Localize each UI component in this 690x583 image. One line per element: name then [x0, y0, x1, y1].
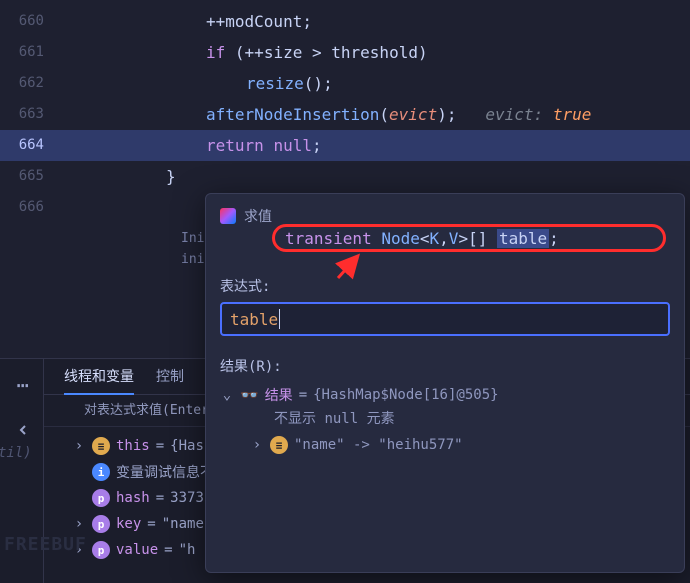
expression-input[interactable]: table [220, 302, 670, 336]
evaluate-dialog[interactable]: 求值 transient Node<K, V>[] table; 表达式: ta… [205, 193, 685, 573]
tab-threads-variables[interactable]: 线程和变量 [64, 359, 134, 395]
code-line[interactable]: afterNodeInsertion(evict); evict: true [56, 99, 690, 130]
frame-label: til) [0, 440, 32, 466]
line-number: 665 [0, 161, 56, 192]
result-tree[interactable]: ⌄ 👓 结果 = {HashMap$Node[16]@505} 不显示 null… [220, 382, 670, 458]
result-label: 结果(R): [220, 356, 670, 376]
more-icon[interactable]: ⋯ [16, 373, 26, 397]
dialog-header: 求值 [220, 206, 670, 226]
param-badge-icon: p [92, 515, 110, 533]
object-badge-icon: ≡ [270, 436, 288, 454]
code-line[interactable]: if (++size > threshold) [56, 37, 690, 68]
annotation-declaration: transient Node<K, V>[] table; [272, 224, 666, 252]
code-line-current[interactable]: return null; [56, 130, 690, 161]
chevron-right-icon[interactable]: › [72, 516, 86, 532]
code-line[interactable]: ++modCount; [56, 6, 690, 37]
watch-icon: 👓 [240, 386, 259, 404]
result-note: 不显示 null 元素 [220, 408, 670, 432]
info-badge-icon: i [92, 463, 110, 481]
line-number: 660 [0, 6, 56, 37]
object-badge-icon: ≡ [92, 437, 110, 455]
dialog-title: 求值 [244, 206, 272, 226]
chevron-down-icon[interactable]: ⌄ [220, 387, 234, 403]
param-badge-icon: p [92, 489, 110, 507]
line-number: 666 [0, 192, 56, 223]
gutter: 660 661 662 663 664 665 666 [0, 0, 56, 340]
watermark-text: FREEBUF [4, 534, 87, 555]
result-entry[interactable]: › ≡ "name" -> "heihu577" [220, 432, 670, 458]
code-line[interactable]: resize(); [56, 68, 690, 99]
text-caret [279, 309, 280, 329]
code-line[interactable]: } [56, 161, 690, 192]
expression-value: table [230, 310, 278, 329]
arrow-annotation-icon [334, 252, 364, 282]
line-number: 663 [0, 99, 56, 130]
result-root[interactable]: ⌄ 👓 结果 = {HashMap$Node[16]@505} [220, 382, 670, 408]
expression-label: 表达式: [220, 276, 670, 296]
chevron-right-icon[interactable]: › [250, 437, 264, 453]
line-number: 661 [0, 37, 56, 68]
chevron-right-icon[interactable]: › [72, 438, 86, 454]
line-number: 662 [0, 68, 56, 99]
line-number: 664 [0, 130, 56, 161]
param-badge-icon: p [92, 541, 110, 559]
tab-console[interactable]: 控制 [156, 359, 184, 395]
intellij-icon [220, 208, 236, 224]
